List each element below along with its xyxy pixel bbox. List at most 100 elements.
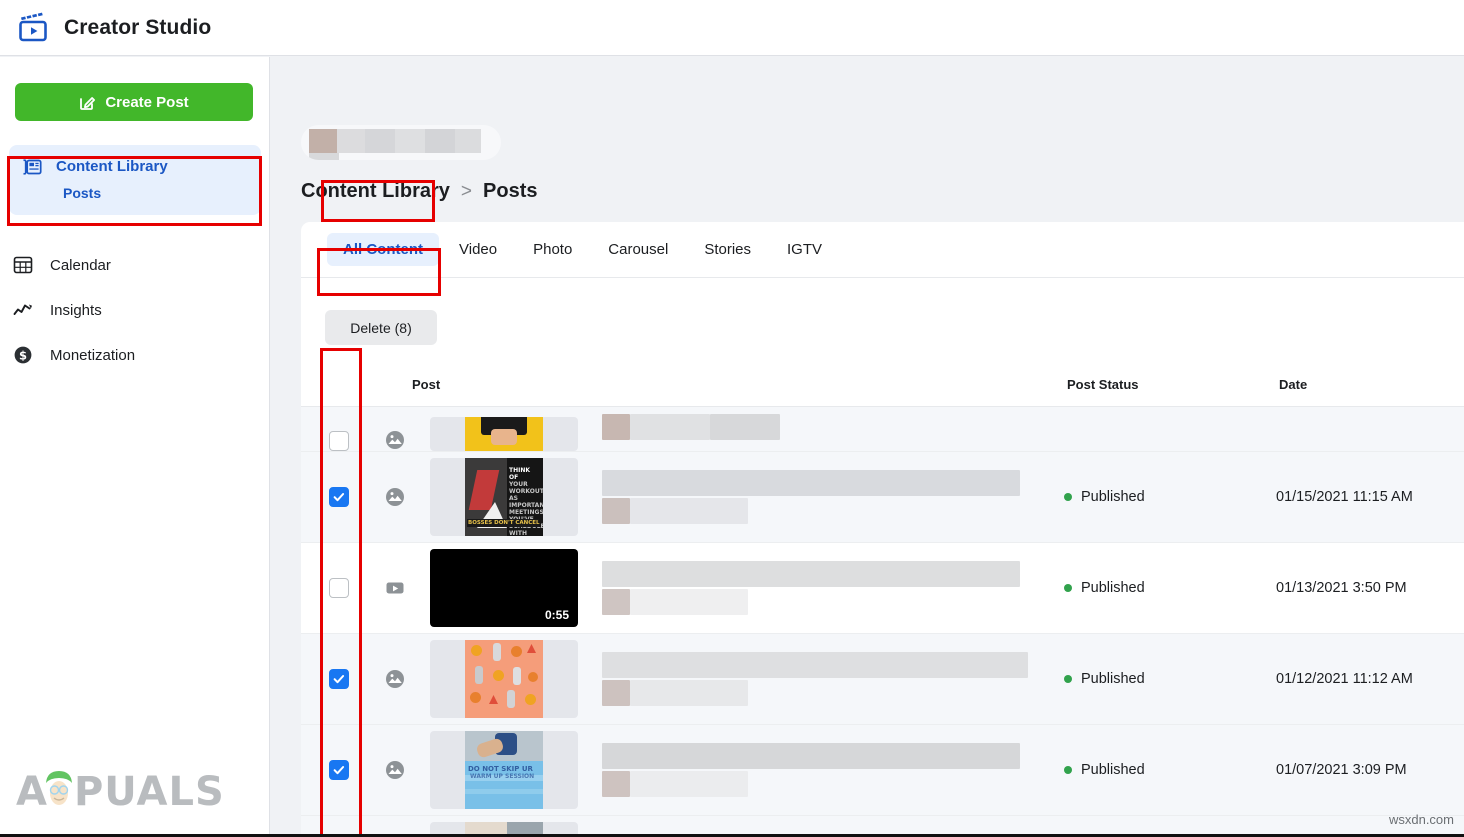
table-row[interactable]: DO NOT SKIP UR WARM UP SESSION Published [301, 725, 1464, 816]
row-status-cell: Published [1064, 762, 1276, 778]
redacted-block [395, 129, 425, 153]
breadcrumb: Content Library > Posts [301, 180, 537, 203]
table-row[interactable]: 0:55 Published 01/13/2021 3:50 PM [301, 543, 1464, 634]
row-checkbox[interactable] [328, 578, 349, 598]
redacted-block [455, 129, 481, 153]
status-dot-icon [1064, 675, 1072, 683]
table-row[interactable]: THINK OFYOUR WORKOUTAS IMPORTANTMEETINGS… [301, 452, 1464, 543]
redacted-block [309, 129, 337, 153]
row-status-cell: Published [1064, 671, 1276, 687]
row-thumbnail-cell: 0:55 [414, 549, 594, 627]
profile-selector-redacted[interactable] [301, 125, 501, 160]
photo-icon [384, 429, 406, 451]
table-row[interactable]: Published 01/12/2021 11:12 AM [301, 634, 1464, 725]
photo-icon [384, 759, 406, 781]
table-header: Post Post Status Date [301, 365, 1464, 407]
row-checkbox-cell [301, 487, 376, 507]
compose-square-pencil-icon [79, 94, 96, 111]
redacted-block [602, 651, 1028, 678]
column-header-post-status: Post Status [1067, 377, 1139, 392]
row-checkbox-cell [301, 760, 376, 780]
redacted-block [630, 679, 748, 706]
sidebar-item-monetization[interactable]: $ Monetization [12, 337, 252, 373]
row-type-cell [376, 486, 414, 508]
clapperboard-play-icon [16, 11, 50, 45]
row-date-cell: 01/12/2021 11:12 AM [1276, 671, 1413, 687]
app-title: Creator Studio [64, 15, 212, 39]
delete-button[interactable]: Delete (8) [325, 310, 437, 345]
creator-studio-window: Creator Studio Create Post Content Libra… [0, 0, 1464, 837]
tab-photo[interactable]: Photo [517, 233, 588, 266]
row-text-cell [594, 407, 1064, 451]
main-content: Content Library > Posts All Content Vide… [271, 57, 1464, 837]
redacted-block [337, 129, 365, 153]
sidebar-item-content-library-label: Content Library [56, 158, 168, 175]
content-library-icon [21, 156, 43, 178]
redacted-block [602, 588, 630, 615]
redacted-block [630, 770, 748, 797]
row-thumbnail-cell: DO NOT SKIP UR WARM UP SESSION [414, 731, 594, 809]
row-date-cell: 01/13/2021 3:50 PM [1276, 580, 1407, 596]
redacted-block [365, 129, 395, 153]
sidebar-item-insights-label: Insights [50, 301, 102, 319]
sidebar-item-insights[interactable]: Insights [12, 292, 252, 328]
photo-icon [384, 486, 406, 508]
redacted-block [630, 588, 748, 615]
sidebar: Create Post Content Library Posts Calend… [0, 57, 270, 837]
row-type-cell [376, 577, 414, 599]
row-date-cell: 01/07/2021 3:09 PM [1276, 762, 1407, 778]
redacted-block [602, 497, 630, 524]
post-thumbnail [430, 640, 578, 718]
redacted-block [602, 742, 1020, 769]
row-checkbox-cell [301, 578, 376, 598]
video-duration-badge: 0:55 [540, 607, 573, 623]
row-text-cell [594, 543, 1064, 634]
photo-icon [384, 668, 406, 690]
redacted-block [602, 770, 630, 797]
calendar-grid-icon [12, 254, 34, 276]
app-header: Creator Studio [0, 0, 1464, 56]
status-label: Published [1081, 489, 1145, 505]
tab-all-content[interactable]: All Content [327, 233, 439, 266]
breadcrumb-root[interactable]: Content Library [301, 180, 450, 203]
column-header-post: Post [412, 377, 441, 392]
row-thumbnail-cell [414, 417, 594, 451]
redacted-block [710, 414, 780, 440]
breadcrumb-separator-icon: > [460, 180, 473, 202]
row-checkbox[interactable] [328, 669, 349, 689]
sidebar-item-calendar[interactable]: Calendar [12, 247, 252, 283]
row-checkbox-cell [301, 669, 376, 689]
row-checkbox[interactable] [328, 431, 349, 451]
create-post-label: Create Post [105, 93, 189, 111]
sidebar-item-posts[interactable]: Posts [63, 185, 101, 201]
row-checkbox[interactable] [328, 487, 349, 507]
row-thumbnail-cell: THINK OFYOUR WORKOUTAS IMPORTANTMEETINGS… [414, 458, 594, 536]
tab-stories[interactable]: Stories [688, 233, 767, 266]
table-row[interactable] [301, 407, 1464, 452]
row-text-cell [594, 634, 1064, 725]
redacted-block [309, 153, 339, 160]
create-post-button[interactable]: Create Post [15, 83, 253, 121]
breadcrumb-current: Posts [483, 180, 538, 202]
redacted-block [602, 469, 1020, 496]
tab-carousel[interactable]: Carousel [592, 233, 684, 266]
tab-igtv[interactable]: IGTV [771, 233, 838, 266]
status-label: Published [1081, 671, 1145, 687]
redacted-block [425, 129, 455, 153]
posts-table-body: THINK OFYOUR WORKOUTAS IMPORTANTMEETINGS… [301, 407, 1464, 837]
row-date-cell: 01/15/2021 11:15 AM [1276, 489, 1413, 505]
content-card: All Content Video Photo Carousel Stories… [301, 222, 1464, 837]
row-type-cell [376, 429, 414, 451]
redacted-block [602, 560, 1020, 587]
dollar-coin-icon: $ [12, 344, 34, 366]
svg-text:$: $ [19, 349, 27, 363]
status-dot-icon [1064, 493, 1072, 501]
sidebar-item-calendar-label: Calendar [50, 256, 111, 274]
status-label: Published [1081, 580, 1145, 596]
row-checkbox[interactable] [328, 760, 349, 780]
row-type-cell [376, 759, 414, 781]
sidebar-item-content-library[interactable]: Content Library [21, 151, 251, 182]
column-header-date: Date [1279, 377, 1308, 392]
tab-video[interactable]: Video [443, 233, 513, 266]
sidebar-item-monetization-label: Monetization [50, 346, 136, 364]
